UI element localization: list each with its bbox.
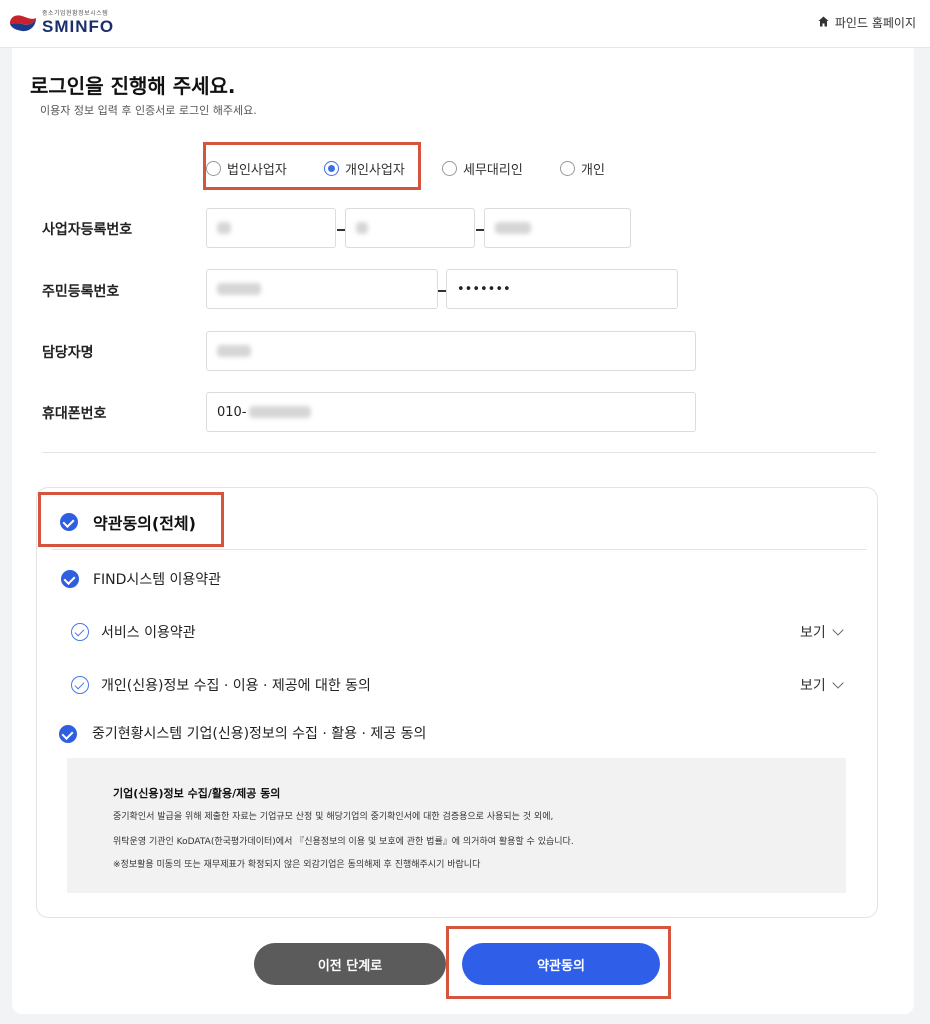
radio-label: 법인사업자 (227, 162, 287, 178)
radio-personal[interactable]: 개인 (560, 159, 605, 178)
radio-tax-agent[interactable]: 세무대리인 (442, 159, 523, 178)
terms-all-label: 약관동의(전체) (93, 514, 196, 533)
business-reg-input-3[interactable] (484, 208, 631, 248)
phone-prefix: 010- (217, 404, 247, 420)
notice-line: ※정보활용 미동의 또는 재무제표가 확정되지 않은 외감기업은 동의해제 후 … (113, 860, 481, 870)
logo-wordmark: SMINFO (42, 17, 115, 36)
view-label: 보기 (800, 625, 826, 641)
home-icon (818, 16, 829, 30)
radio-label: 개인사업자 (345, 162, 405, 178)
resident-reg-front-input[interactable] (206, 269, 438, 309)
chevron-down-icon (832, 677, 844, 689)
find-terms-label: FIND시스템 이용약관 (93, 572, 222, 588)
page-title: 로그인을 진행해 주세요. (30, 74, 236, 98)
radio-label: 세무대리인 (463, 162, 523, 178)
prev-step-button[interactable]: 이전 단계로 (254, 943, 446, 985)
privacy-terms-label: 개인(신용)정보 수집 · 이용 · 제공에 대한 동의 (101, 678, 371, 694)
radio-circle-selected[interactable] (324, 160, 339, 176)
service-terms-label: 서비스 이용약관 (101, 625, 196, 641)
radio-circle[interactable] (560, 160, 575, 176)
radio-individual-business[interactable]: 개인사업자 (324, 159, 405, 178)
check-privacy-icon[interactable] (71, 676, 89, 694)
resident-reg-back-input[interactable]: ••••••• (446, 269, 678, 309)
radio-corporate[interactable]: 법인사업자 (206, 159, 287, 178)
check-all-icon[interactable] (60, 513, 78, 531)
consent-notice-box: 기업(신용)정보 수집/활용/제공 동의 중기확인서 발급을 위해 제출한 자료… (67, 758, 846, 893)
home-link-label: 파인드 홈페이지 (834, 16, 916, 30)
dash-separator (438, 290, 446, 292)
terms-separator (52, 549, 867, 550)
agree-terms-button[interactable]: 약관동의 (462, 943, 660, 985)
top-bar: 중소기업현황정보시스템 SMINFO 파인드 홈페이지 (0, 0, 930, 48)
sminfo-terms-label: 중기현황시스템 기업(신용)정보의 수집 · 활용 · 제공 동의 (92, 726, 427, 742)
business-reg-input-1[interactable] (206, 208, 336, 248)
find-home-link[interactable]: 파인드 홈페이지 (818, 14, 916, 31)
notice-line: 중기확인서 발급을 위해 제출한 자료는 기업규모 산정 및 해당기업의 중기확… (113, 812, 554, 822)
radio-label: 개인 (581, 162, 605, 178)
check-sminfo-icon[interactable] (59, 725, 77, 743)
sminfo-logo[interactable]: 중소기업현황정보시스템 SMINFO (8, 10, 114, 36)
notice-line: 위탁운영 기관인 KoDATA(한국평가데이터)에서 『신용정보의 이용 및 보… (113, 837, 574, 847)
phone-input[interactable]: 010- (206, 392, 696, 432)
resident-reg-label: 주민등록번호 (42, 284, 120, 300)
check-service-icon[interactable] (71, 623, 89, 641)
manager-name-input[interactable] (206, 331, 696, 371)
dash-separator (476, 229, 484, 231)
business-reg-input-2[interactable] (345, 208, 475, 248)
service-terms-view[interactable]: 보기 (800, 622, 844, 642)
phone-label: 휴대폰번호 (42, 406, 107, 422)
page-subtitle: 이용자 정보 입력 후 인증서로 로그인 해주세요. (40, 104, 257, 117)
view-label: 보기 (800, 678, 826, 694)
notice-title: 기업(신용)정보 수집/활용/제공 동의 (113, 787, 281, 800)
privacy-terms-view[interactable]: 보기 (800, 675, 844, 695)
manager-name-label: 담당자명 (42, 345, 94, 361)
radio-circle[interactable] (442, 160, 457, 176)
check-find-icon[interactable] (61, 570, 79, 588)
dash-separator (337, 229, 345, 231)
taegeuk-logo-icon (8, 12, 38, 34)
chevron-down-icon (832, 624, 844, 636)
business-reg-label: 사업자등록번호 (42, 222, 133, 238)
form-divider (42, 452, 876, 453)
radio-circle[interactable] (206, 160, 221, 176)
